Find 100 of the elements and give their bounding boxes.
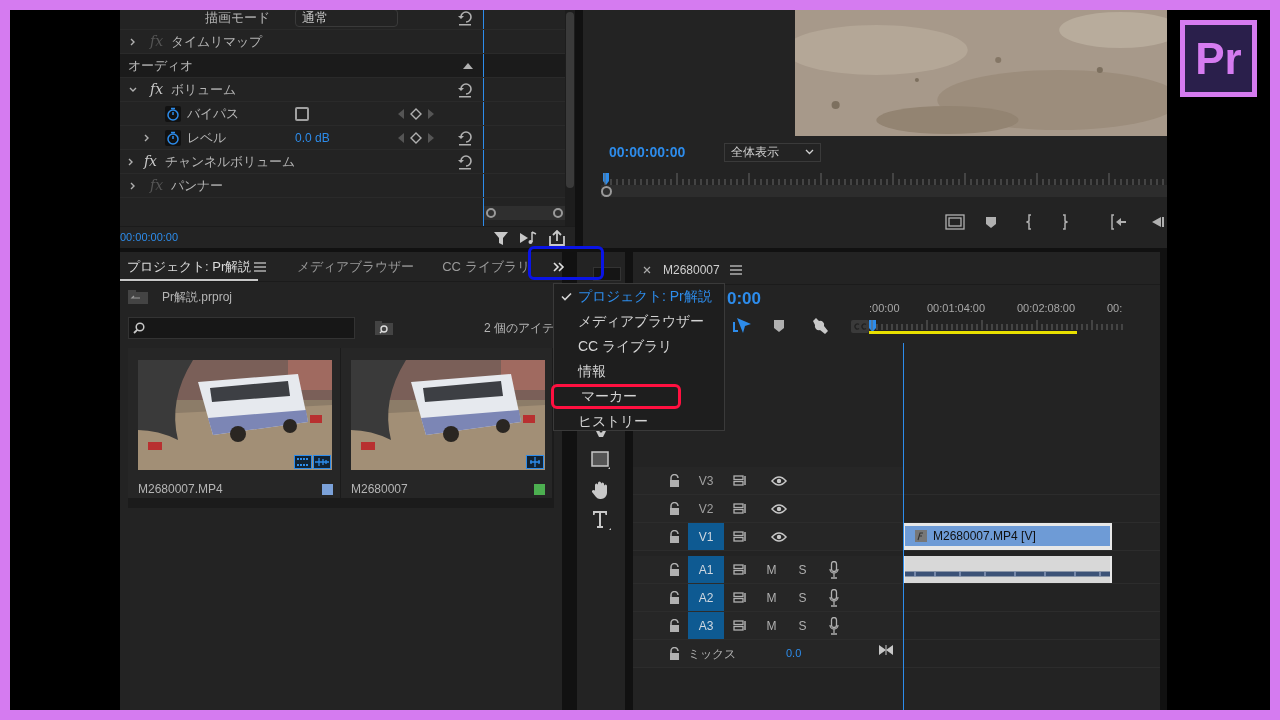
sync-lock-icon[interactable]: [732, 620, 748, 631]
find-icon[interactable]: [375, 321, 393, 335]
fx-badge-icon: [915, 530, 927, 542]
reset-icon[interactable]: [457, 81, 473, 98]
audio-clip[interactable]: [903, 556, 1112, 583]
track-target-toggle[interactable]: A3: [688, 612, 724, 639]
keyframe-navigator-icon[interactable]: [398, 131, 434, 144]
param-label: レベル: [187, 128, 226, 147]
track-target-toggle[interactable]: V2: [688, 495, 724, 522]
export-icon[interactable]: [549, 229, 565, 246]
filter-icon[interactable]: [493, 229, 509, 246]
mute-toggle[interactable]: M: [756, 616, 787, 635]
menu-item[interactable]: メディアブラウザー: [554, 309, 724, 334]
sync-lock-icon[interactable]: [732, 503, 748, 514]
panel-tab[interactable]: プロジェクト: Pr解説: [120, 255, 259, 281]
eye-icon[interactable]: [771, 503, 787, 514]
timeline-timecode[interactable]: 0:00: [727, 286, 762, 312]
bin-up-icon[interactable]: [128, 290, 148, 304]
zoom-scrollbar[interactable]: [484, 206, 565, 220]
search-field[interactable]: [128, 317, 355, 339]
reset-icon[interactable]: [457, 153, 473, 170]
step-back-icon[interactable]: [1151, 215, 1165, 228]
label-color-swatch[interactable]: [322, 483, 333, 495]
premiere-logo: Pr: [1180, 20, 1257, 97]
marker-icon[interactable]: [985, 215, 997, 228]
checkbox[interactable]: [295, 106, 309, 121]
close-button[interactable]: [643, 264, 653, 275]
panel-menu-icon[interactable]: [254, 261, 267, 272]
panel-tab[interactable]: メディアブラウザー: [290, 255, 422, 281]
navigator-scrollbar[interactable]: [601, 185, 1167, 197]
stopwatch-icon[interactable]: [165, 105, 181, 122]
reset-icon[interactable]: [457, 10, 473, 26]
snap-icon[interactable]: [733, 317, 753, 335]
safe-margins-icon[interactable]: [945, 213, 965, 230]
fx-badge[interactable]: fx: [150, 79, 164, 100]
solo-toggle[interactable]: S: [787, 588, 818, 607]
property-label: 描画モード: [205, 10, 270, 27]
mute-toggle[interactable]: M: [756, 588, 787, 607]
sequence-tab[interactable]: M2680007: [663, 260, 720, 279]
vertical-scrollbar[interactable]: [566, 12, 574, 188]
menu-item[interactable]: 情報: [554, 359, 724, 384]
solo-toggle[interactable]: S: [787, 616, 818, 635]
track-target-toggle[interactable]: A1: [688, 556, 724, 583]
wrench-icon[interactable]: [811, 317, 829, 335]
blend-mode-dropdown[interactable]: 通常: [295, 10, 398, 27]
microphone-icon[interactable]: [828, 588, 839, 607]
video-clip[interactable]: M2680007.MP4 [V]: [903, 523, 1112, 550]
menu-item[interactable]: マーカー: [551, 384, 681, 409]
lock-icon[interactable]: [669, 619, 680, 632]
lock-icon[interactable]: [669, 474, 680, 487]
solo-toggle[interactable]: S: [787, 560, 818, 579]
zoom-level-dropdown[interactable]: 全体表示: [724, 142, 821, 162]
clip-label: M2680007.MP4 [V]: [933, 528, 1036, 545]
add-marker-icon[interactable]: [773, 319, 785, 333]
check-icon: [560, 292, 572, 301]
mark-in-icon[interactable]: [1026, 213, 1032, 230]
microphone-icon[interactable]: [828, 616, 839, 635]
bowtie-icon[interactable]: [879, 644, 893, 655]
audio-badge-icon: [313, 455, 331, 469]
effect-label: タイムリマップ: [171, 32, 263, 51]
mix-volume[interactable]: 0.0: [786, 645, 802, 662]
track-target-toggle[interactable]: A2: [688, 584, 724, 611]
fx-badge[interactable]: fx: [143, 151, 157, 172]
track-target-toggle[interactable]: V1: [688, 523, 724, 550]
lock-icon[interactable]: [669, 502, 680, 515]
keyframe-navigator-icon[interactable]: [398, 107, 434, 120]
sync-lock-icon[interactable]: [732, 564, 748, 575]
menu-item[interactable]: ヒストリー: [554, 409, 724, 434]
reset-icon[interactable]: [457, 129, 473, 146]
lock-icon[interactable]: [669, 591, 680, 604]
timeline-ruler[interactable]: [869, 319, 1126, 334]
stopwatch-icon[interactable]: [165, 129, 181, 146]
track-target-toggle[interactable]: V3: [688, 467, 724, 494]
param-value[interactable]: 0.0 dB: [295, 128, 330, 147]
panel-tab[interactable]: CC ライブラリ: [435, 255, 537, 281]
sync-lock-icon[interactable]: [732, 475, 748, 486]
play-audio-icon[interactable]: [519, 230, 537, 245]
go-to-in-icon[interactable]: [1111, 213, 1127, 230]
ruler-time-label: 00:: [1107, 301, 1124, 316]
collapse-triangle-icon[interactable]: [463, 62, 473, 69]
lock-icon[interactable]: [669, 530, 680, 543]
media-item-card[interactable]: M2680007.MP4: [128, 348, 340, 498]
rectangle-tool-icon[interactable]: [591, 451, 611, 469]
eye-icon[interactable]: [771, 531, 787, 542]
lock-icon[interactable]: [669, 647, 680, 660]
menu-item[interactable]: プロジェクト: Pr解説: [554, 284, 724, 309]
mark-out-icon[interactable]: [1062, 213, 1068, 230]
label-color-swatch[interactable]: [534, 483, 545, 495]
media-item-card[interactable]: M2680007: [340, 348, 552, 498]
sync-lock-icon[interactable]: [732, 531, 748, 542]
overflow-chevrons-icon[interactable]: [553, 262, 565, 272]
eye-icon[interactable]: [771, 475, 787, 486]
text-tool-icon[interactable]: [591, 510, 611, 530]
mute-toggle[interactable]: M: [756, 560, 787, 579]
playhead-timecode[interactable]: 00:00:00:00: [609, 141, 724, 163]
lock-icon[interactable]: [669, 563, 680, 576]
panel-menu-icon[interactable]: [729, 264, 742, 275]
microphone-icon[interactable]: [828, 560, 839, 579]
sync-lock-icon[interactable]: [732, 592, 748, 603]
menu-item[interactable]: CC ライブラリ: [554, 334, 724, 359]
